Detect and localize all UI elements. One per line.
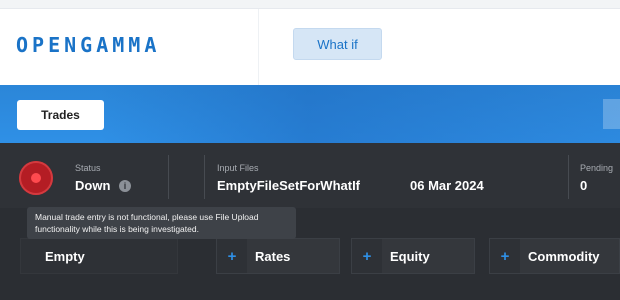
input-files-label: Input Files <box>217 163 259 173</box>
input-divider <box>204 155 205 199</box>
status-tooltip: Manual trade entry is not functional, pl… <box>27 207 296 239</box>
status-dot-icon <box>31 173 41 183</box>
rates-label: Rates <box>255 248 291 264</box>
status-label: Status <box>75 163 101 173</box>
top-header: OPENGAMMA What if <box>0 8 620 86</box>
status-divider <box>168 155 169 199</box>
rates-category[interactable]: + Rates <box>216 238 340 274</box>
what-if-tab[interactable]: What if <box>293 28 382 60</box>
valuation-date: 06 Mar 2024 <box>410 178 484 193</box>
status-down-icon <box>19 161 53 195</box>
empty-category[interactable]: Empty <box>20 238 178 274</box>
add-rates-icon[interactable]: + <box>217 239 247 273</box>
trades-button[interactable]: Trades <box>17 100 104 130</box>
opengamma-logo: OPENGAMMA <box>16 33 161 57</box>
navigation-band: Trades <box>0 85 620 143</box>
equity-category[interactable]: + Equity <box>351 238 475 274</box>
category-row: Empty + Rates + Equity + Commodity <box>10 238 620 278</box>
band-right-control[interactable] <box>603 99 620 129</box>
input-files-value: EmptyFileSetForWhatIf <box>217 178 361 193</box>
status-value: Down <box>75 178 111 193</box>
empty-label: Empty <box>45 248 85 264</box>
equity-label: Equity <box>390 248 430 264</box>
pending-divider <box>568 155 569 199</box>
add-commodity-icon[interactable]: + <box>490 239 520 273</box>
info-icon[interactable]: i <box>119 180 131 192</box>
commodity-label: Commodity <box>528 248 600 264</box>
band-shading <box>100 85 620 143</box>
header-divider <box>258 9 259 86</box>
commodity-category[interactable]: + Commodity <box>489 238 620 274</box>
pending-label: Pending <box>580 163 614 173</box>
status-strip <box>0 143 620 208</box>
pending-value: 0 <box>580 178 588 193</box>
status-panel: Status Down i Input Files EmptyFileSetFo… <box>0 143 620 300</box>
add-equity-icon[interactable]: + <box>352 239 382 273</box>
